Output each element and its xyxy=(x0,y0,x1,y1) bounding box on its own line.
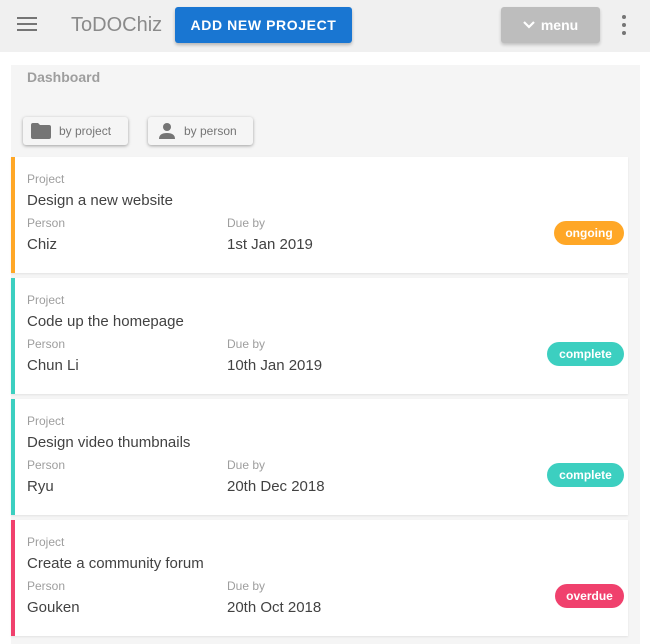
project-card[interactable]: Project Design a new website Person Chiz… xyxy=(11,157,628,273)
folder-icon xyxy=(31,123,51,139)
add-new-project-button[interactable]: ADD NEW PROJECT xyxy=(175,7,352,43)
project-card[interactable]: Project Code up the homepage Person Chun… xyxy=(11,278,628,394)
project-title: Design video thumbnails xyxy=(27,434,191,451)
due-date: 1st Jan 2019 xyxy=(227,236,313,253)
app-bar: ToDOChiz ADD NEW PROJECT menu xyxy=(0,0,650,52)
status-indicator-bar xyxy=(11,399,15,515)
person-label: Person xyxy=(27,337,66,351)
status-badge: ongoing xyxy=(554,221,624,245)
sort-by-project-label: by project xyxy=(59,124,112,138)
project-card[interactable]: Project Design video thumbnails Person R… xyxy=(11,399,628,515)
project-title: Code up the homepage xyxy=(27,313,184,330)
person-label: Person xyxy=(27,216,66,230)
status-badge: complete xyxy=(547,463,624,487)
due-label: Due by xyxy=(227,337,266,351)
status-badge: overdue xyxy=(555,584,624,608)
due-label: Due by xyxy=(227,579,266,593)
chevron-down-icon xyxy=(523,21,535,29)
person-name: Chiz xyxy=(27,236,58,253)
project-label: Project xyxy=(27,535,65,549)
project-title: Create a community forum xyxy=(27,555,204,572)
due-label: Due by xyxy=(227,216,266,230)
due-date: 20th Dec 2018 xyxy=(227,478,325,495)
due-label: Due by xyxy=(227,458,266,472)
project-label: Project xyxy=(27,293,65,307)
more-vertical-icon[interactable] xyxy=(617,15,631,35)
status-indicator-bar xyxy=(11,278,15,394)
hamburger-menu-icon[interactable] xyxy=(17,16,37,32)
project-label: Project xyxy=(27,414,65,428)
person-icon xyxy=(159,123,175,139)
page-title: Dashboard xyxy=(27,69,101,85)
status-indicator-bar xyxy=(11,520,15,636)
person-name: Ryu xyxy=(27,478,54,495)
menu-button-label: menu xyxy=(540,17,579,33)
menu-button[interactable]: menu xyxy=(501,7,600,43)
project-title: Design a new website xyxy=(27,192,173,209)
project-label: Project xyxy=(27,172,65,186)
sort-by-person-button[interactable]: by person xyxy=(148,117,253,145)
app-title: ToDOChiz xyxy=(71,14,163,36)
person-label: Person xyxy=(27,579,66,593)
sort-by-person-label: by person xyxy=(184,124,237,138)
person-name: Gouken xyxy=(27,599,80,616)
person-name: Chun Li xyxy=(27,357,79,374)
dashboard-panel: Dashboard by project by person Project D… xyxy=(11,65,640,644)
person-label: Person xyxy=(27,458,66,472)
status-badge: complete xyxy=(547,342,624,366)
project-card[interactable]: Project Create a community forum Person … xyxy=(11,520,628,636)
due-date: 10th Jan 2019 xyxy=(227,357,323,374)
status-indicator-bar xyxy=(11,157,15,273)
due-date: 20th Oct 2018 xyxy=(227,599,322,616)
sort-by-project-button[interactable]: by project xyxy=(23,117,128,145)
